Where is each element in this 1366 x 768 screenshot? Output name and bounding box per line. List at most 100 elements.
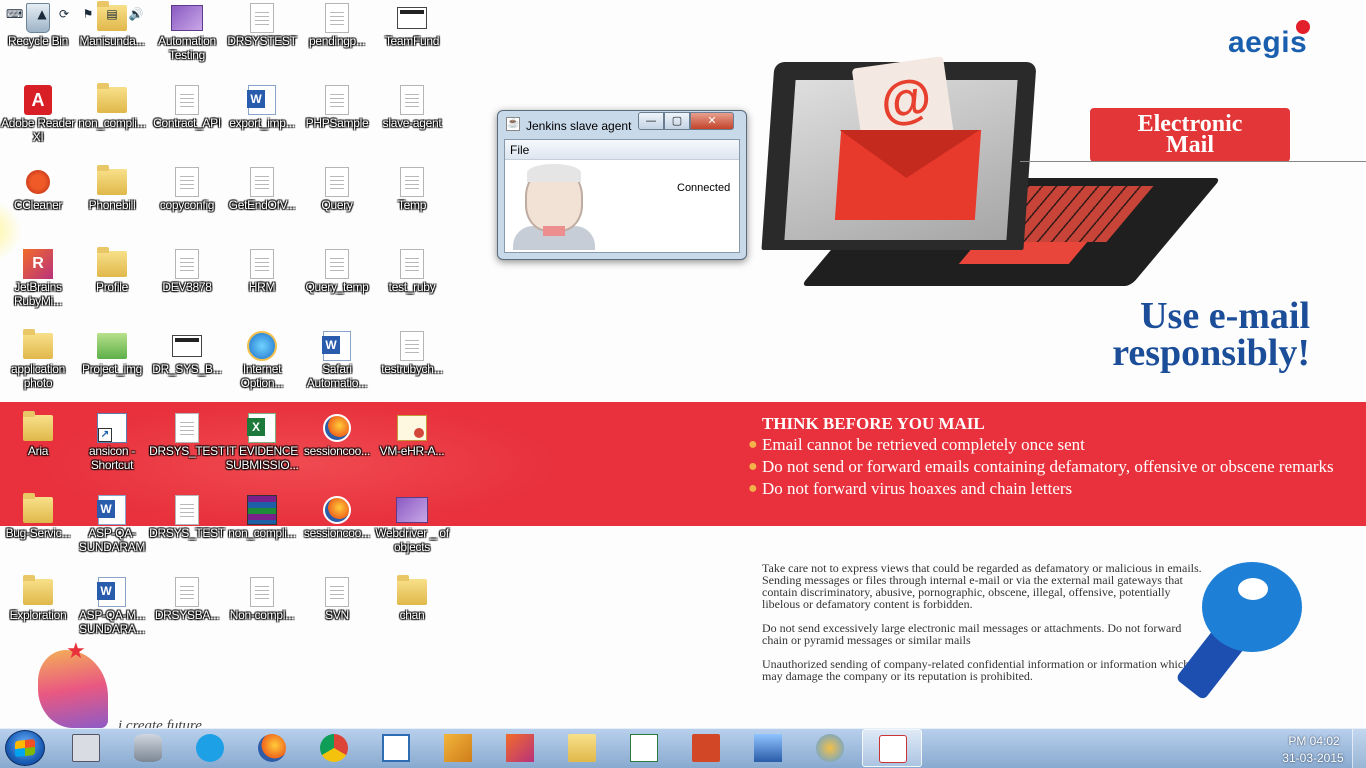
desktop-icon[interactable]: Internet Option... <box>224 330 300 410</box>
desktop-icon-label: non_compli... <box>228 526 296 540</box>
word-document-icon <box>97 577 126 607</box>
desktop-icon[interactable]: VM-eHR-A... <box>374 412 450 492</box>
menu-file[interactable]: File <box>510 143 529 157</box>
policy-paragraph: Do not send excessively large electronic… <box>762 621 1182 647</box>
taskbar-button-outlook[interactable] <box>428 729 488 767</box>
certificate-icon <box>397 415 427 441</box>
maximize-button[interactable]: ▢ <box>664 112 690 130</box>
desktop-icon[interactable]: non_compli... <box>74 83 150 164</box>
desktop-icon[interactable]: Aria <box>0 411 76 492</box>
desktop-icon-label: slave-agent <box>382 116 442 130</box>
badge-rule <box>1020 161 1366 162</box>
desktop-icon[interactable]: ASP-QA-SUNDARAM <box>74 494 150 574</box>
desktop-icon[interactable]: non_compli... <box>224 494 300 574</box>
desktop-icon[interactable]: Query <box>299 166 375 246</box>
desktop-icon[interactable]: pendingp... <box>299 2 375 82</box>
database-icon <box>134 734 162 762</box>
minimize-button[interactable]: — <box>638 112 664 130</box>
desktop-icon[interactable]: application photo <box>0 329 76 410</box>
desktop-icon[interactable]: SVN <box>299 576 375 656</box>
keyboard-icon[interactable]: ⌨ <box>6 6 23 22</box>
tray-expand-icon[interactable]: ▲ <box>34 6 50 22</box>
desktop-icon[interactable]: CCleaner <box>0 166 76 246</box>
clock-date[interactable]: 31-03-2015 <box>1280 751 1346 765</box>
desktop-icon[interactable]: DRSYS_TEST <box>149 494 225 574</box>
desktop-icon[interactable]: HRM <box>224 248 300 328</box>
taskbar-button-paint[interactable] <box>800 729 860 767</box>
desktop-icon[interactable]: PHPSample <box>299 84 375 164</box>
close-button[interactable]: ✕ <box>690 112 734 130</box>
desktop-icon-label: Manisunda... <box>79 34 145 48</box>
taskbar-button-chrome[interactable] <box>304 729 364 767</box>
desktop-icon[interactable]: IT EVIDENCE SUBMISSIO... <box>224 412 300 492</box>
notepad-file-icon <box>250 577 274 607</box>
application-icon <box>172 335 202 357</box>
desktop-icon[interactable]: DR_SYS_B... <box>149 330 225 410</box>
desktop-icon[interactable]: Non-compl... <box>224 576 300 656</box>
desktop-icon[interactable]: Exploration <box>0 575 76 656</box>
desktop-icon[interactable]: Automation Testing <box>149 2 225 82</box>
desktop-icon-label: GetEndOfV... <box>228 198 296 212</box>
desktop-icon[interactable]: Query_temp <box>299 248 375 328</box>
desktop-icon[interactable]: TeamFund <box>374 2 450 82</box>
clock-time[interactable]: PM 04:02 <box>1284 734 1344 748</box>
taskbar-button-explorer[interactable] <box>552 729 612 767</box>
desktop-icon-label: DEV3878 <box>162 280 212 294</box>
desktop-icon-label: copyconfig <box>159 198 215 212</box>
desktop-icon[interactable]: testrubych... <box>374 330 450 410</box>
rubymine-icon <box>506 734 534 762</box>
desktop-icon-label: Adobe Reader XI <box>1 116 75 144</box>
volume-icon[interactable]: 🔊 <box>128 6 144 22</box>
desktop-icon-label: DRSYSBA... <box>154 608 220 622</box>
desktop-icon[interactable]: sessioncoo... <box>299 494 375 574</box>
jenkins-slave-agent-window[interactable]: ☕ Jenkins slave agent — ▢ ✕ File Connect… <box>497 110 747 260</box>
desktop-icon[interactable]: Bug-Servic... <box>0 493 76 574</box>
taskbar-button-rubymine[interactable] <box>490 729 550 767</box>
desktop-icon[interactable]: DRSYSTEST <box>224 2 300 82</box>
desktop-icon[interactable]: ASP-QA-M... SUNDARA... <box>74 576 150 656</box>
desktop-icon[interactable]: A Adobe Reader XI <box>0 84 76 164</box>
taskbar-button-database-tool[interactable] <box>118 729 178 767</box>
show-desktop-button[interactable] <box>1352 729 1366 768</box>
document-icon <box>400 167 424 197</box>
desktop-icon-label: DRSYS_TEST <box>149 444 225 458</box>
taskbar-button-remote-tool[interactable] <box>366 729 426 767</box>
taskbar-button-calculator[interactable] <box>56 729 116 767</box>
desktop-icon-label: Exploration <box>9 608 67 622</box>
taskbar-button-skype[interactable] <box>180 729 240 767</box>
desktop-icon[interactable]: Profile <box>74 247 150 328</box>
desktop-icon-label: DRSYS_TEST <box>149 526 225 540</box>
desktop-icon[interactable]: test_ruby <box>374 248 450 328</box>
desktop-icon[interactable]: DRSYSBA... <box>149 576 225 656</box>
taskbar-button-java[interactable] <box>862 729 922 767</box>
taskbar-button-network[interactable] <box>738 729 798 767</box>
desktop-icon[interactable]: Project_img <box>74 330 150 410</box>
network-status-icon[interactable]: ▤ <box>104 6 120 22</box>
taskbar-button-project[interactable] <box>614 729 674 767</box>
taskbar-button-firefox[interactable] <box>242 729 302 767</box>
desktop-icon[interactable]: DEV3878 <box>149 248 225 328</box>
desktop-icon[interactable]: copyconfig <box>149 166 225 246</box>
connection-status: Connected <box>677 182 731 194</box>
desktop-icon[interactable]: chan <box>374 575 450 656</box>
desktop-icon[interactable]: Phonebill <box>74 165 150 246</box>
desktop-icon[interactable]: sessioncoo... <box>299 412 375 492</box>
taskbar-button-powerpoint[interactable] <box>676 729 736 767</box>
desktop-icon[interactable]: DRSYS_TEST <box>149 412 225 492</box>
word-document-icon <box>247 85 276 115</box>
desktop-icon[interactable]: Safari Automatio... <box>299 330 375 410</box>
green-sync-icon[interactable]: ⟳ <box>56 6 72 22</box>
firefox-file-icon <box>323 496 351 524</box>
flag-alert-icon[interactable]: ⚑ <box>80 6 96 22</box>
desktop-icon[interactable]: Temp <box>374 166 450 246</box>
desktop-icon[interactable]: ansicon - Shortcut <box>74 412 150 492</box>
aegis-logo-dot <box>1296 20 1310 34</box>
desktop-icon[interactable]: export_imp... <box>224 84 300 164</box>
desktop-icon[interactable]: slave-agent <box>374 84 450 164</box>
desktop-icon[interactable]: Webdriver _ of objects <box>374 494 450 574</box>
desktop-icon[interactable]: R JetBrains RubyMi... <box>0 248 76 328</box>
desktop-icon[interactable]: GetEndOfV... <box>224 166 300 246</box>
desktop-icon-label: Profile <box>96 280 128 294</box>
desktop-icon[interactable]: Contract_API <box>149 84 225 164</box>
image-folder-icon <box>97 333 127 359</box>
